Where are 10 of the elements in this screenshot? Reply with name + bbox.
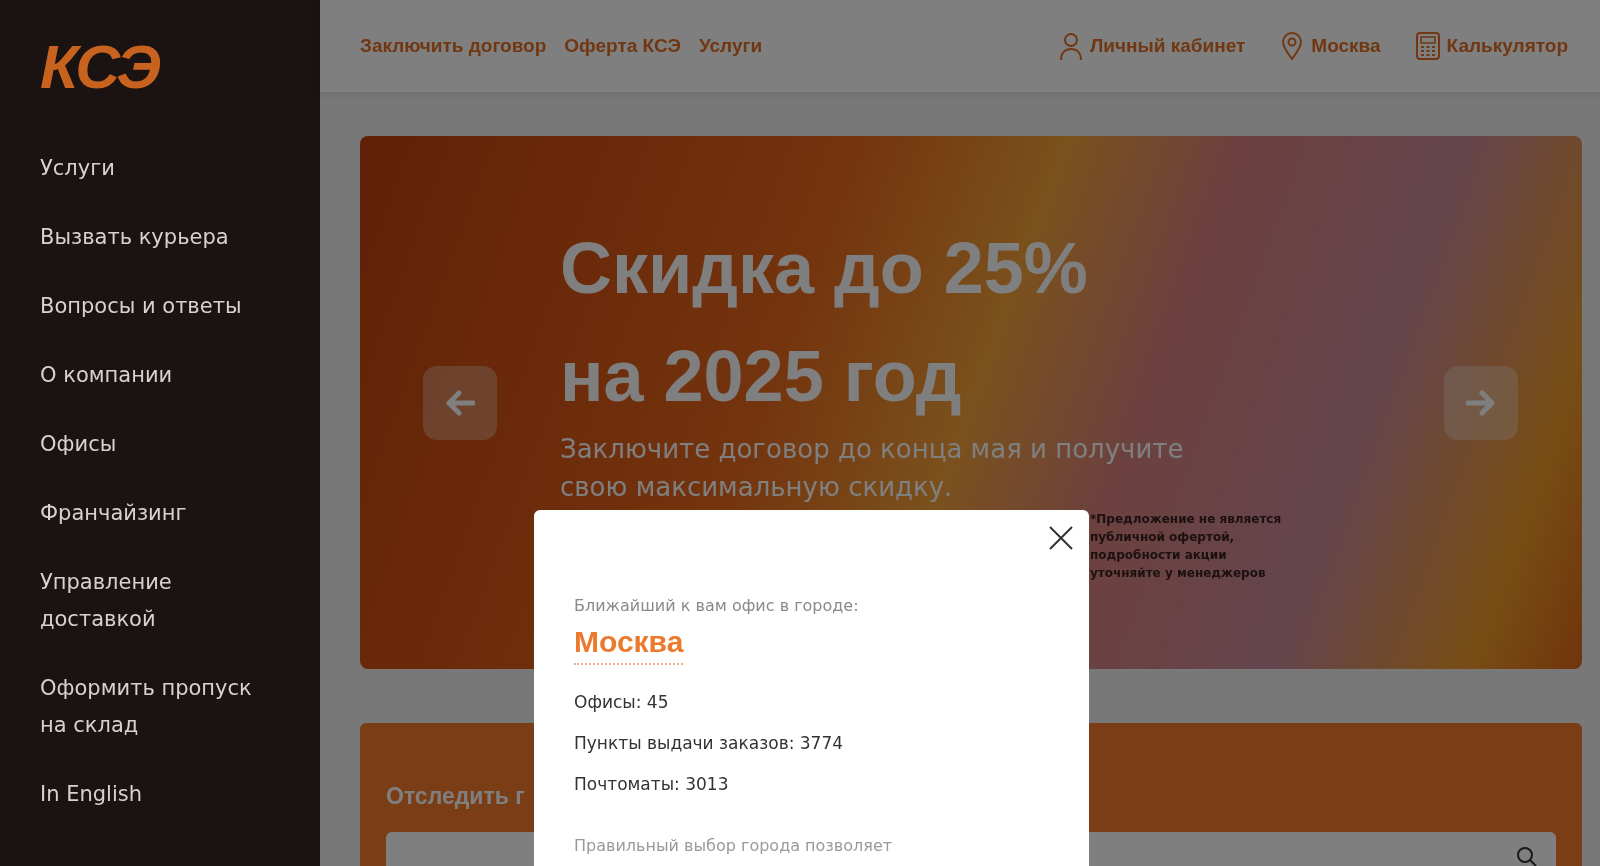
dialog-note: Правильный выбор города позволяет	[574, 836, 894, 855]
stat-text: Офисы: 45	[574, 691, 670, 714]
stat-text: Пункты выдачи заказов: 3774	[574, 732, 845, 755]
banner-subtitle: Заключите договор до конца мая и получите свою максимальную скидку.	[560, 433, 1185, 504]
stat-text: Почтоматы: 3013	[574, 773, 730, 796]
tracking-heading: Отследить г	[386, 783, 525, 810]
disclaimer-text: *Предложение не является публичной офертой, подробности акции уточняйте у менеджеров	[1090, 511, 1283, 582]
dialog-caption: Ближайший к вам офис в городе:	[574, 596, 860, 615]
banner-heading: Скидка до 25%	[560, 227, 1088, 310]
banner-heading: на 2025 год	[560, 335, 962, 418]
